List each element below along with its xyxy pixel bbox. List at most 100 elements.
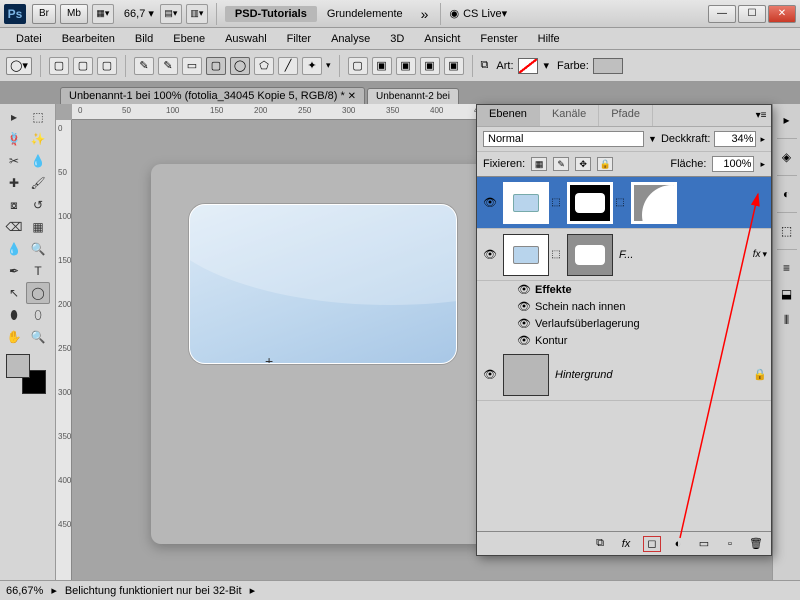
menu-bild[interactable]: Bild <box>125 33 163 45</box>
eyedropper-tool[interactable]: 💧 <box>26 150 50 172</box>
visibility-eye-icon[interactable]: 👁 <box>517 317 529 330</box>
layer-row-active[interactable]: 👁 ⬚ ⬚ <box>477 177 771 229</box>
crop-tool[interactable]: ✂ <box>2 150 26 172</box>
fill-input[interactable]: 100% <box>712 156 754 172</box>
menu-analyse[interactable]: Analyse <box>321 33 380 45</box>
status-menu-icon[interactable]: ▸ <box>250 584 256 597</box>
link-icon[interactable]: ⧉ <box>481 59 489 72</box>
link-layers-button[interactable]: ⧉ <box>591 536 609 552</box>
pathop-subtract[interactable]: ▣ <box>396 57 416 75</box>
menu-hilfe[interactable]: Hilfe <box>528 33 570 45</box>
bridge-button[interactable]: Br <box>32 4 56 24</box>
delete-layer-button[interactable]: 🗑 <box>747 536 765 552</box>
tool-preset-button[interactable]: ◯▾ <box>6 57 32 75</box>
status-nav-icon[interactable]: ▸ <box>51 584 57 597</box>
minibridge-button[interactable]: Mb <box>60 4 88 24</box>
menu-ebene[interactable]: Ebene <box>163 33 215 45</box>
screen-mode-button[interactable]: ▦▾ <box>92 4 114 24</box>
brush-tool[interactable]: 🖌 <box>26 172 50 194</box>
workspace-more-button[interactable]: » <box>421 6 429 22</box>
menu-auswahl[interactable]: Auswahl <box>215 33 277 45</box>
adjustments-panel-icon[interactable]: ◐ <box>777 184 797 204</box>
blend-mode-select[interactable]: Normal <box>483 131 644 147</box>
styles-panel-icon[interactable]: ⬓ <box>777 284 797 304</box>
layer-thumbnail[interactable] <box>503 234 549 276</box>
vector-mask-thumbnail[interactable] <box>631 182 677 224</box>
stamp-tool[interactable]: ⧇ <box>2 194 26 216</box>
visibility-eye-icon[interactable]: 👁 <box>517 334 529 347</box>
effect-gradient-overlay[interactable]: Verlaufsüberlagerung <box>535 318 640 330</box>
layer-row-shape[interactable]: 👁 ⬚ F... fx ▾ <box>477 229 771 281</box>
visibility-eye-icon[interactable]: 👁 <box>481 368 499 381</box>
layer-name[interactable]: F... <box>619 249 633 261</box>
pathop-intersect[interactable]: ▣ <box>420 57 440 75</box>
mode-path[interactable]: ▢ <box>73 57 93 75</box>
pathop-add[interactable]: ▣ <box>372 57 392 75</box>
menu-ansicht[interactable]: Ansicht <box>414 33 470 45</box>
menu-3d[interactable]: 3D <box>380 33 414 45</box>
pen-tool[interactable]: ✒ <box>2 260 26 282</box>
cs-live-button[interactable]: ◉ CS Live ▾ <box>449 7 507 20</box>
blur-tool[interactable]: 💧 <box>2 238 26 260</box>
shape-rect[interactable]: ▭ <box>182 57 202 75</box>
workspace-tab-grundelemente[interactable]: Grundelemente <box>317 6 413 22</box>
shape-ellipse[interactable]: ◯ <box>230 57 250 75</box>
effect-inner-glow[interactable]: Schein nach innen <box>535 301 626 313</box>
view-extras-button[interactable]: ▤▾ <box>160 4 182 24</box>
3d-camera-tool[interactable]: ⬯ <box>26 304 50 326</box>
tab-ebenen[interactable]: Ebenen <box>477 105 540 126</box>
arrange-documents-button[interactable]: ▥▾ <box>186 4 208 24</box>
window-minimize-button[interactable]: — <box>708 5 736 23</box>
foreground-color-swatch[interactable] <box>6 354 30 378</box>
panel-menu-button[interactable]: ▾≡ <box>751 105 771 126</box>
mask-link-icon[interactable]: ⬚ <box>549 249 563 260</box>
shape-line[interactable]: ╱ <box>278 57 298 75</box>
marquee-tool[interactable]: ⬚ <box>26 106 50 128</box>
layer-thumbnail[interactable] <box>503 182 549 224</box>
vector-mask-thumbnail[interactable] <box>567 234 613 276</box>
add-mask-button[interactable]: ◻ <box>643 536 661 552</box>
layer-name[interactable]: Hintergrund <box>555 369 612 381</box>
adjustment-layer-button[interactable]: ◐ <box>669 536 687 552</box>
freeform-pen-icon[interactable]: ✎ <box>158 57 178 75</box>
window-close-button[interactable]: ✕ <box>768 5 796 23</box>
history-brush-tool[interactable]: ↺ <box>26 194 50 216</box>
shape-rounded-rect[interactable]: ▢ <box>206 57 226 75</box>
fill-color-swatch[interactable] <box>593 58 623 74</box>
tab-kanale[interactable]: Kanäle <box>540 105 599 126</box>
mask-link-icon[interactable]: ⬚ <box>549 197 563 208</box>
eraser-tool[interactable]: ⌫ <box>2 216 26 238</box>
pen-icon[interactable]: ✎ <box>134 57 154 75</box>
path-select-tool[interactable]: ↖ <box>2 282 26 304</box>
menu-bearbeiten[interactable]: Bearbeiten <box>52 33 125 45</box>
lock-all-icon[interactable]: 🔒 <box>597 157 613 171</box>
mode-shape-layer[interactable]: ▢ <box>49 57 69 75</box>
zoom-tool[interactable]: 🔍 <box>26 326 50 348</box>
3d-tool[interactable]: ⬮ <box>2 304 26 326</box>
menu-datei[interactable]: Datei <box>6 33 52 45</box>
visibility-eye-icon[interactable]: 👁 <box>517 283 529 296</box>
layer-fx-badge[interactable]: fx <box>753 249 761 260</box>
visibility-eye-icon[interactable]: 👁 <box>481 248 499 261</box>
color-swatches[interactable] <box>6 354 46 394</box>
mode-fill[interactable]: ▢ <box>97 57 117 75</box>
new-layer-button[interactable]: ▫ <box>721 536 739 552</box>
title-zoom[interactable]: 66,7 ▾ <box>124 7 154 20</box>
pathop-new[interactable]: ▢ <box>348 57 368 75</box>
shape-custom[interactable]: ✦ <box>302 57 322 75</box>
menu-fenster[interactable]: Fenster <box>470 33 527 45</box>
opacity-input[interactable]: 34% <box>714 131 756 147</box>
layer-thumbnail[interactable] <box>503 354 549 396</box>
doc-tab-2[interactable]: Unbenannt-2 bei <box>367 88 459 104</box>
window-maximize-button[interactable]: ☐ <box>738 5 766 23</box>
new-group-button[interactable]: ▭ <box>695 536 713 552</box>
visibility-eye-icon[interactable]: 👁 <box>481 196 499 209</box>
layer-row-background[interactable]: 👁 Hintergrund 🔒 <box>477 349 771 401</box>
menu-filter[interactable]: Filter <box>277 33 321 45</box>
doc-tab-1[interactable]: Unbenannt-1 bei 100% (fotolia_34045 Kopi… <box>60 87 365 104</box>
healing-tool[interactable]: ✚ <box>2 172 26 194</box>
gradient-tool[interactable]: ▦ <box>26 216 50 238</box>
paragraph-panel-icon[interactable]: ≡ <box>777 258 797 278</box>
type-tool[interactable]: T <box>26 260 50 282</box>
layer-mask-thumbnail[interactable] <box>567 182 613 224</box>
